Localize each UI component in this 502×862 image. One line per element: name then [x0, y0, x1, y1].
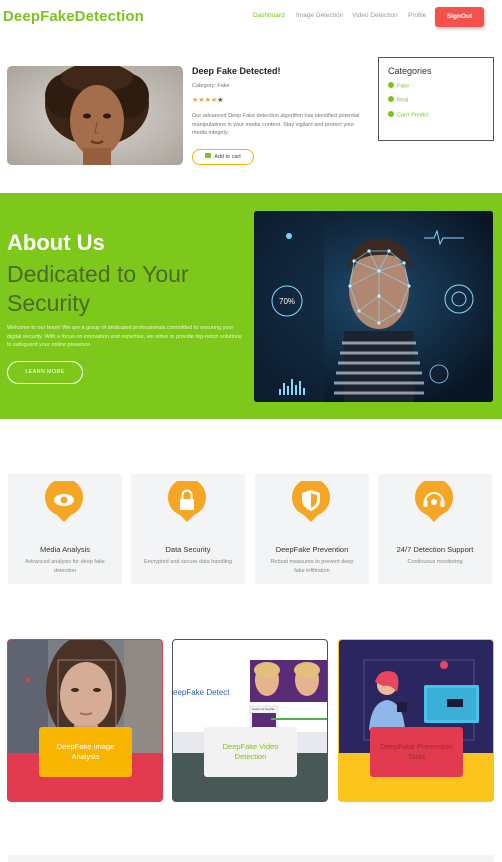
nav-link-dashboard[interactable]: Dashboard [253, 12, 285, 19]
star-empty-icon: ★ [217, 97, 224, 104]
feature-card-media-analysis: Media Analysis Advanced analysis for dee… [8, 474, 122, 584]
category-real[interactable]: Real [388, 96, 484, 104]
scan-percent: 70% [279, 297, 295, 306]
about-heading: About Us [7, 230, 105, 255]
top-navbar: DeepFakeDetection Dashboard Image Detect… [0, 0, 502, 36]
category-label: Can't Predict [397, 112, 429, 119]
feature-title: Data Security [165, 545, 211, 554]
feature-title: DeepFake Prevention [275, 545, 349, 554]
about-subheading: Dedicated to Your Security [7, 261, 189, 316]
tool-label: DeepFake Image Analysis [39, 727, 132, 777]
brand-logo[interactable]: DeepFakeDetection [3, 8, 144, 25]
feature-card-deepfake-prevention: DeepFake Prevention Robust measures to p… [255, 474, 369, 584]
rating-stars: ★★★★★ [192, 96, 223, 104]
eye-icon [45, 481, 83, 522]
cart-icon [205, 153, 212, 159]
face-scan-image: 70% [254, 211, 493, 402]
feature-desc: Robust measures to prevent deep fake inf… [270, 559, 354, 574]
add-to-cart-label: Add to cart [214, 154, 241, 160]
detected-face-image [7, 66, 183, 165]
nav-link-image-detection[interactable]: Image Detection [296, 12, 343, 19]
feature-title: Media Analysis [39, 545, 91, 554]
footer-strip [8, 855, 494, 862]
shield-icon [292, 481, 330, 522]
add-to-cart-button[interactable]: Add to cart [192, 149, 254, 165]
tool-label: DeepFake Video Detection [204, 727, 297, 777]
category-label: Fake [397, 83, 410, 90]
feature-title: 24/7 Detection Support [396, 545, 474, 554]
product-description: Our advanced Deep Fake detection algorit… [192, 113, 360, 136]
feature-desc: Advanced analysis for deep fake detectio… [25, 559, 105, 574]
about-section: About Us Dedicated to Your Security Welc… [0, 193, 502, 419]
nav-link-video-detection[interactable]: Video Detection [352, 12, 398, 19]
fake-icon [388, 82, 394, 88]
screen-button: Analyze for Deepfak [252, 708, 275, 711]
product-title: Deep Fake Detected! [192, 66, 281, 76]
tool-label: DeepFake Prevention Tools [370, 727, 463, 777]
category-label: Real [397, 97, 409, 104]
learn-more-button[interactable]: LEARN MORE [7, 361, 83, 384]
tool-card-prevention-tools[interactable]: DeepFake Prevention Tools [338, 639, 494, 802]
lock-icon [168, 481, 206, 522]
feature-desc: Continuous monitoring [407, 559, 463, 565]
feature-desc: Encrypted and secure data handling [143, 559, 233, 565]
categories-panel: Categories Fake Real Can't Predict [378, 57, 494, 141]
check-icon [388, 96, 394, 103]
category-fake[interactable]: Fake [388, 82, 484, 90]
categories-title: Categories [388, 66, 432, 76]
tool-card-image-analysis[interactable]: DeepFake Image Analysis [7, 639, 163, 802]
category-cant-predict[interactable]: Can't Predict [388, 110, 484, 119]
tool-card-video-detection[interactable]: eepFake Detect Analyze for Deepfak DeepF… [172, 639, 328, 802]
screen-heading: eepFake Detect [173, 688, 230, 697]
nav-link-profile[interactable]: Profile [408, 12, 426, 19]
question-icon [388, 110, 394, 117]
feature-card-data-security: Data Security Encrypted and secure data … [131, 474, 245, 584]
about-text: Welcome to our team! We are a group of d… [7, 325, 242, 348]
signout-button[interactable]: SignOut [435, 7, 484, 27]
headset-icon [415, 481, 453, 522]
product-category: Category: Fake [192, 83, 230, 89]
feature-card-detection-support: 24/7 Detection Support Continuous monito… [378, 474, 492, 584]
